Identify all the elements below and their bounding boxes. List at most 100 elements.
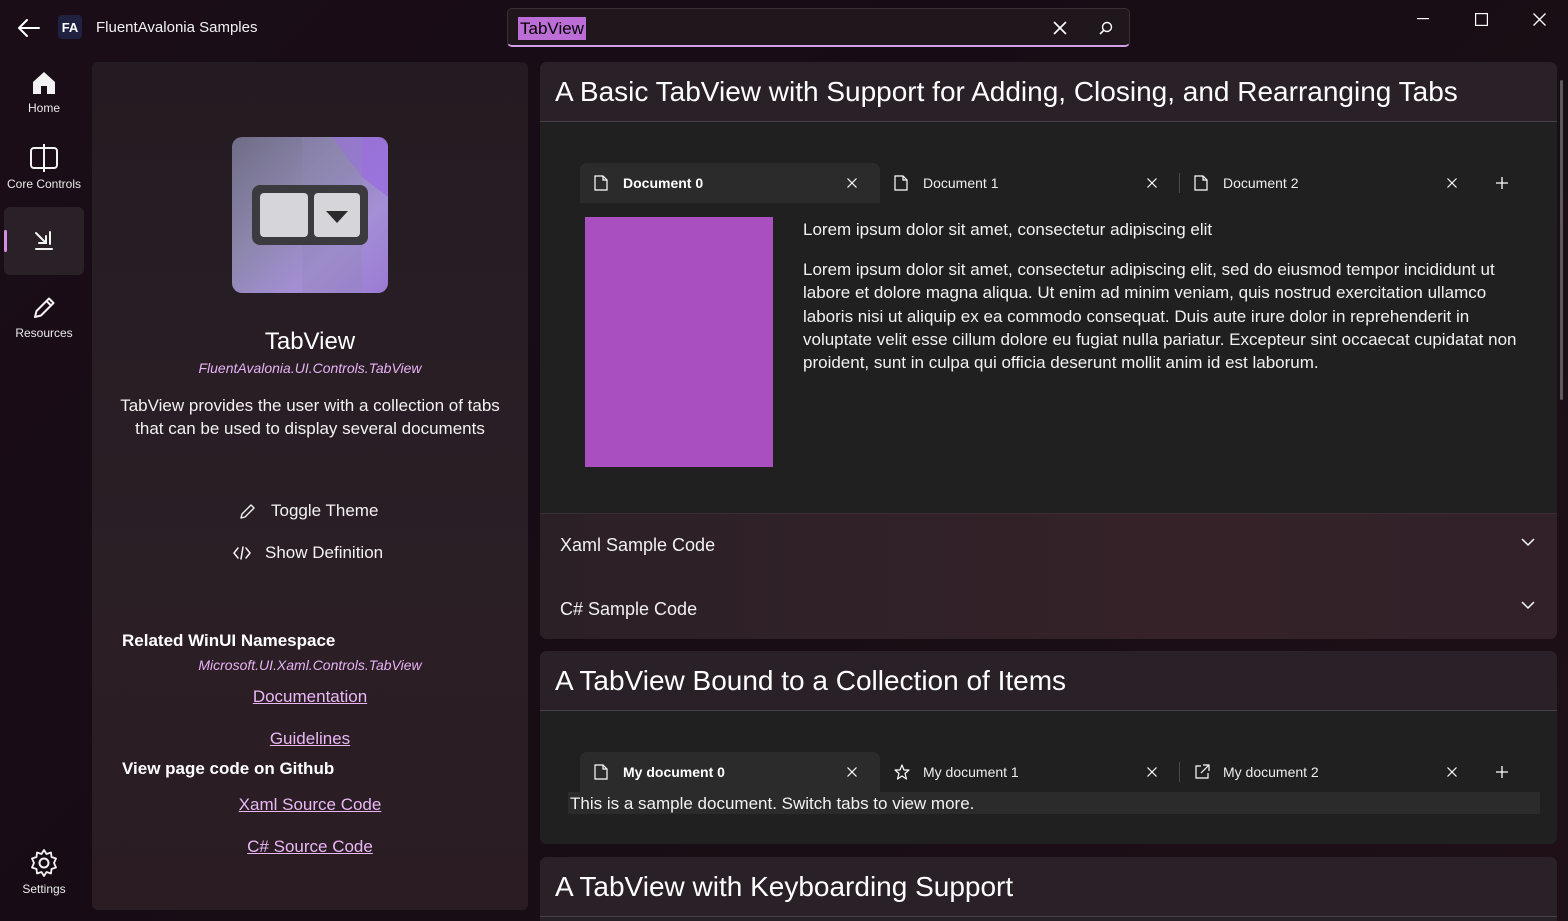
new-controls-icon <box>35 231 53 250</box>
search-button[interactable] <box>1094 17 1118 39</box>
maximize-icon <box>1474 12 1488 26</box>
nav-label-settings: Settings <box>22 882 66 896</box>
nav-item-settings[interactable]: Settings <box>4 838 84 906</box>
close-window-button[interactable] <box>1511 2 1567 36</box>
xaml-sample-code-expander[interactable]: Xaml Sample Code <box>540 513 1557 577</box>
close-tab-button[interactable] <box>844 175 860 191</box>
document-icon <box>1194 175 1210 191</box>
toggle-theme-label: Toggle Theme <box>271 501 379 520</box>
tab-my-document-1[interactable]: My document 1 <box>880 752 1180 792</box>
back-button[interactable] <box>10 12 48 44</box>
nav-label-core-controls: Core Controls <box>6 177 82 191</box>
tab-label: Document 0 <box>623 175 704 191</box>
close-tab-button[interactable] <box>1444 175 1460 191</box>
tab-my-document-2[interactable]: My document 2 <box>1180 752 1480 792</box>
sample-card-bound-tabview: A TabView Bound to a Collection of Items… <box>540 651 1557 844</box>
close-icon <box>847 767 857 777</box>
pencil-icon <box>34 297 55 318</box>
nav-item-home[interactable]: Home <box>4 58 84 126</box>
add-tab-button[interactable] <box>1480 163 1524 203</box>
search-input[interactable] <box>518 15 1038 41</box>
tab-document-2[interactable]: Document 2 <box>1180 163 1480 203</box>
star-icon <box>894 764 910 780</box>
nav-selection-indicator <box>4 230 7 252</box>
related-namespace: Microsoft.UI.Xaml.Controls.TabView <box>198 657 422 673</box>
app-title: FluentAvalonia Samples <box>96 19 258 36</box>
related-namespace-title: Related WinUI Namespace <box>122 631 336 650</box>
nav-item-new-controls[interactable] <box>4 207 84 275</box>
close-icon <box>1447 178 1457 188</box>
show-definition-label: Show Definition <box>265 543 384 562</box>
close-icon <box>847 178 857 188</box>
core-controls-icon <box>30 144 58 172</box>
clear-search-button[interactable] <box>1048 17 1072 39</box>
cs-sample-code-expander[interactable]: C# Sample Code <box>540 577 1557 639</box>
control-name: TabView <box>264 328 356 355</box>
content-paragraph: Lorem ipsum dolor sit amet, consectetur … <box>803 260 1517 373</box>
back-arrow-icon <box>18 19 40 37</box>
guidelines-link[interactable]: Guidelines <box>92 729 528 749</box>
control-namespace: FluentAvalonia.UI.Controls.TabView <box>198 360 422 376</box>
search-box[interactable]: TabView <box>507 8 1130 47</box>
tab-label: My document 2 <box>1223 764 1319 780</box>
close-icon <box>1147 767 1157 777</box>
nav-label-resources: Resources <box>15 326 73 340</box>
card-title: A Basic TabView with Support for Adding,… <box>540 62 1557 122</box>
tab-label: My document 0 <box>623 764 725 780</box>
nav-item-resources[interactable]: Resources <box>4 283 84 351</box>
add-tab-button[interactable] <box>1480 752 1524 792</box>
color-swatch <box>585 217 773 467</box>
tab-label: Document 1 <box>923 175 999 191</box>
expander-label: Xaml Sample Code <box>560 535 716 555</box>
toggle-theme-button[interactable]: Toggle Theme <box>239 494 378 528</box>
close-tab-button[interactable] <box>844 764 860 780</box>
close-tab-button[interactable] <box>1144 175 1160 191</box>
app-logo: FA <box>58 15 82 39</box>
minimize-icon <box>1417 18 1429 20</box>
open-external-icon <box>1194 764 1210 780</box>
cs-source-link[interactable]: C# Source Code <box>92 837 528 857</box>
tab-label: My document 1 <box>923 764 1019 780</box>
close-icon <box>1532 12 1546 26</box>
tab-content: This is a sample document. Switch tabs t… <box>568 792 1540 814</box>
show-definition-button[interactable]: Show Definition <box>233 536 383 570</box>
card-title: A TabView with Keyboarding Support <box>540 857 1557 917</box>
tab-content: Lorem ipsum dolor sit amet, consectetur … <box>580 203 1520 503</box>
maximize-button[interactable] <box>1453 2 1509 36</box>
minimize-button[interactable] <box>1395 2 1451 36</box>
sample-area: Document 0 Document 1 Document 2 Lorem i… <box>540 122 1557 513</box>
content-text: This is a sample document. Switch tabs t… <box>570 794 975 813</box>
tab-strip: Document 0 Document 1 Document 2 <box>580 163 1524 203</box>
chevron-down-icon <box>1521 601 1535 610</box>
sample-card-keyboarding-tabview: A TabView with Keyboarding Support <box>540 857 1557 921</box>
close-tab-button[interactable] <box>1144 764 1160 780</box>
document-icon <box>894 175 910 191</box>
close-icon <box>1147 178 1157 188</box>
tab-label: Document 2 <box>1223 175 1299 191</box>
control-description: TabView provides the user with a collect… <box>120 396 500 438</box>
github-title: View page code on Github <box>122 759 335 778</box>
pencil-icon <box>240 504 255 519</box>
home-icon <box>33 72 55 94</box>
close-tab-button[interactable] <box>1444 764 1460 780</box>
sample-area: My document 0 My document 1 My document … <box>540 711 1557 844</box>
nav-label-home: Home <box>27 101 60 115</box>
document-icon <box>594 175 610 191</box>
tab-document-0[interactable]: Document 0 <box>580 163 880 203</box>
chevron-down-icon <box>1521 538 1535 547</box>
tab-document-1[interactable]: Document 1 <box>880 163 1180 203</box>
tab-strip: My document 0 My document 1 My document … <box>580 752 1524 792</box>
search-icon <box>1099 21 1113 35</box>
plus-icon <box>1496 177 1508 189</box>
xaml-source-link[interactable]: Xaml Source Code <box>92 795 528 815</box>
sample-card-basic-tabview: A Basic TabView with Support for Adding,… <box>540 62 1557 639</box>
tab-my-document-0[interactable]: My document 0 <box>580 752 880 792</box>
tabview-control-icon <box>232 137 388 293</box>
documentation-link[interactable]: Documentation <box>92 687 528 707</box>
expander-label: C# Sample Code <box>560 598 698 619</box>
nav-item-core-controls[interactable]: Core Controls <box>4 133 84 201</box>
card-title: A TabView Bound to a Collection of Items <box>540 651 1557 711</box>
close-icon <box>1447 767 1457 777</box>
scrollbar-thumb[interactable] <box>1560 80 1563 400</box>
code-icon <box>233 546 251 560</box>
